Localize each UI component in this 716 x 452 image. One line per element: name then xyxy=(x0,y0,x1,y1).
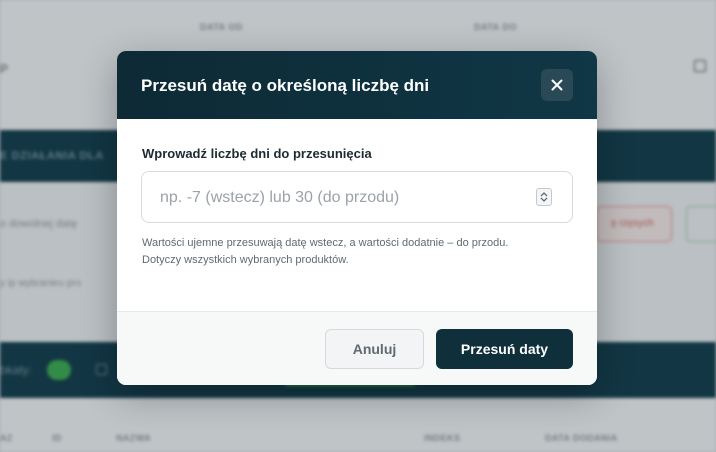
help-text: Wartości ujemne przesuwają datę wstecz, … xyxy=(142,235,562,269)
close-button[interactable] xyxy=(541,69,573,101)
shift-dates-button[interactable]: Przesuń daty xyxy=(436,329,573,369)
days-input-wrapper xyxy=(141,171,573,223)
modal-body: Wprowadź liczbę dni do przesunięcia Wart… xyxy=(117,119,597,311)
days-field-label: Wprowadź liczbę dni do przesunięcia xyxy=(142,146,372,161)
cancel-button[interactable]: Anuluj xyxy=(325,329,424,369)
days-input[interactable] xyxy=(158,172,532,223)
help-text-line2: Dotyczy wszystkich wybranych produktów. xyxy=(142,254,349,266)
number-spinner[interactable] xyxy=(536,188,552,206)
close-icon xyxy=(551,79,563,91)
modal-footer: Anuluj Przesuń daty xyxy=(117,311,597,385)
modal-title: Przesuń datę o określoną liczbę dni xyxy=(141,76,430,95)
spinner-arrows-icon xyxy=(540,192,548,202)
modal-header: Przesuń datę o określoną liczbę dni xyxy=(117,51,597,119)
help-text-line1: Wartości ujemne przesuwają datę wstecz, … xyxy=(142,237,509,249)
shift-date-modal: Przesuń datę o określoną liczbę dni Wpro… xyxy=(117,51,597,385)
